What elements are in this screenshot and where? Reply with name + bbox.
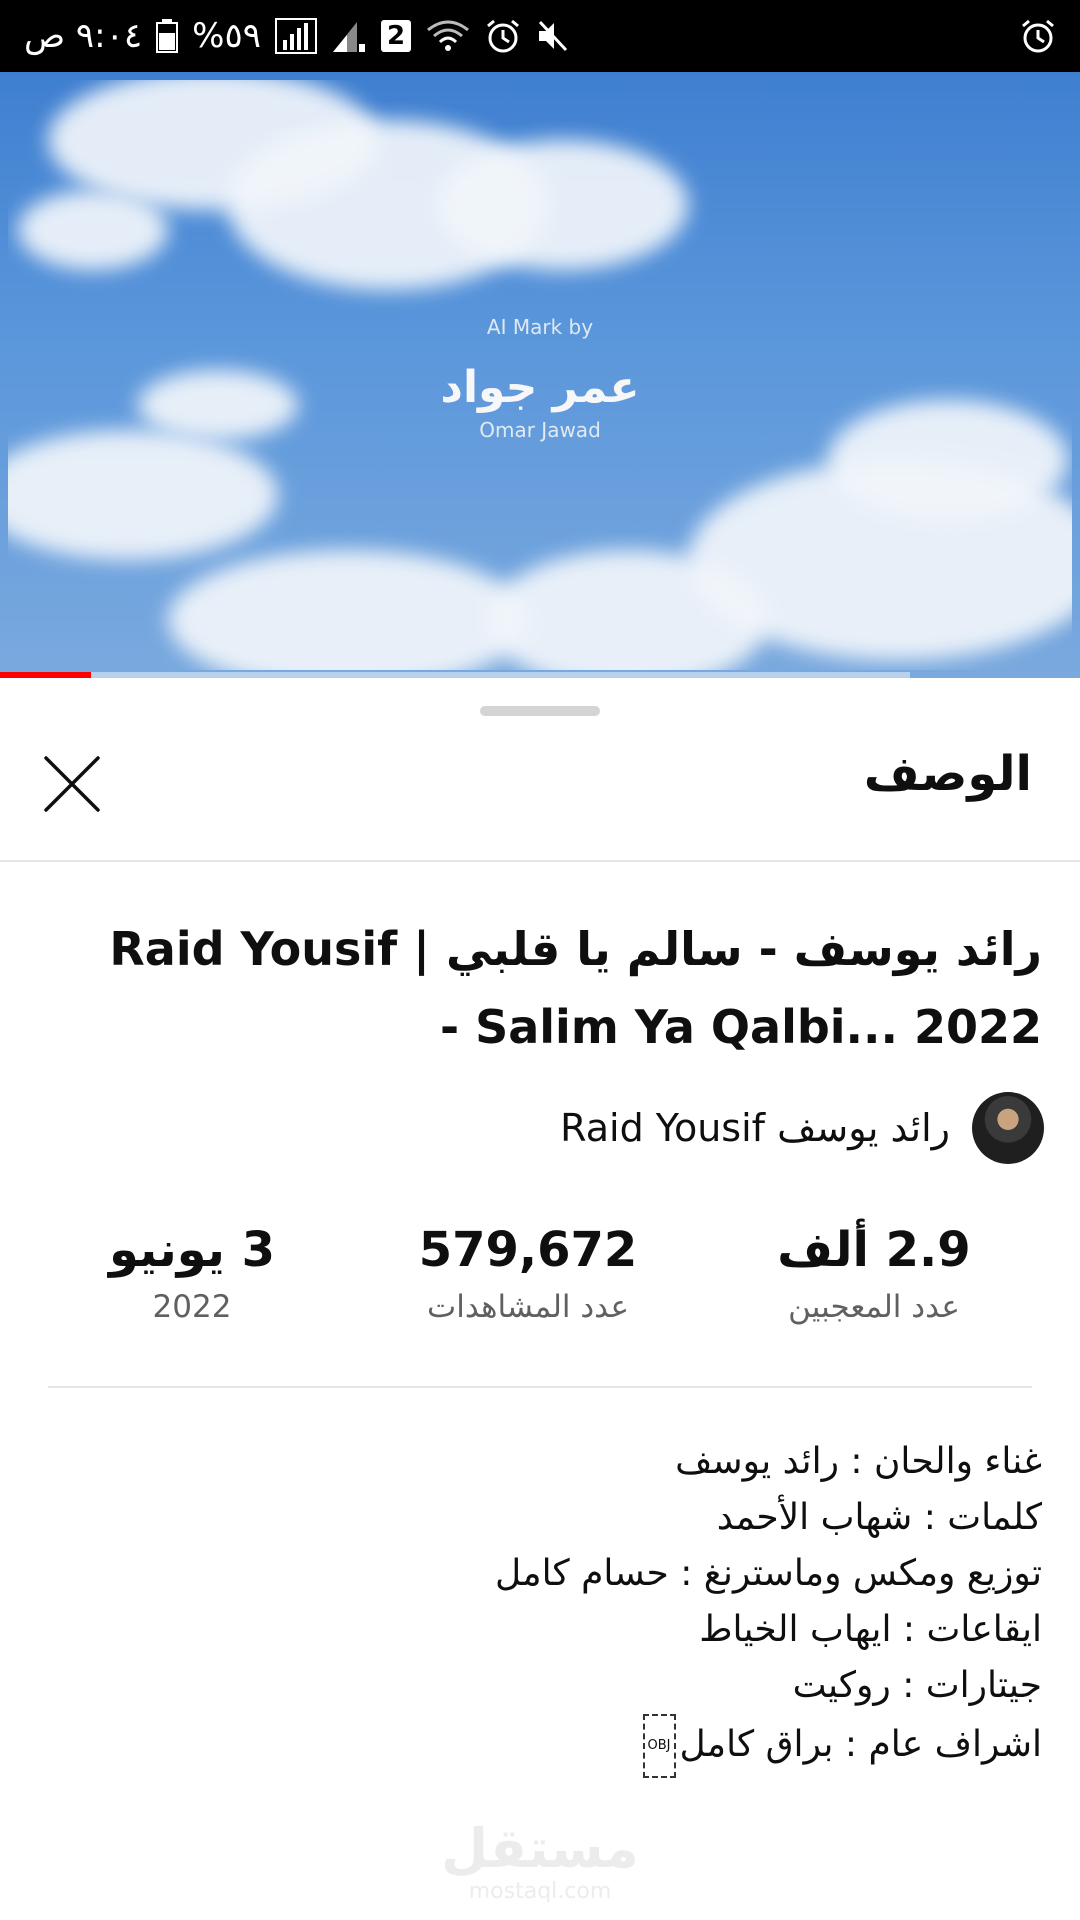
- clock: ٩:٠٤ ص: [24, 16, 143, 56]
- channel-row[interactable]: رائد يوسف Raid Yousif: [560, 1092, 1044, 1164]
- likes-label: عدد المعجبين: [788, 1289, 960, 1325]
- signal-icon: [275, 18, 318, 54]
- description-line: جيتارات : روكيت: [792, 1665, 1042, 1706]
- wifi-icon: [425, 18, 471, 54]
- video-overlay-latin: Omar Jawad: [479, 418, 601, 442]
- sheet-header: الوصف: [0, 734, 1080, 840]
- video-overlay-title: عمر جواد: [440, 362, 640, 413]
- close-icon: [44, 756, 100, 812]
- object-marker: OBJ: [642, 1714, 676, 1778]
- cloud: [8, 430, 278, 560]
- divider: [0, 860, 1080, 862]
- cloud: [168, 550, 528, 670]
- channel-avatar[interactable]: [972, 1092, 1044, 1164]
- date-value: 3 يونيو: [109, 1222, 275, 1278]
- description-line: غناء والحان : رائد يوسف: [675, 1441, 1042, 1482]
- channel-name[interactable]: رائد يوسف Raid Yousif: [560, 1106, 950, 1150]
- description-line: ايقاعات : ايهاب الخياط: [699, 1609, 1042, 1650]
- alarm-icon: [485, 18, 521, 54]
- drag-handle[interactable]: [480, 706, 600, 716]
- status-bar: ٩:٠٤ ص %٥٩ 2: [0, 0, 1080, 72]
- views-label: عدد المشاهدات: [427, 1289, 629, 1325]
- cloud: [438, 140, 688, 270]
- sim-badge: 2: [381, 20, 412, 52]
- video-player[interactable]: AI Mark by عمر جواد Omar Jawad: [0, 72, 1080, 678]
- battery-percent: %٥٩: [192, 16, 262, 56]
- alarm-icon: [1020, 18, 1056, 54]
- divider: [48, 1386, 1032, 1388]
- status-right: [1020, 18, 1056, 54]
- description-line-last: اشراف عام : براق كاملOBJ: [42, 1714, 1042, 1778]
- stats-row: 2.9 ألف عدد المعجبين 579,672 عدد المشاهد…: [0, 1218, 1080, 1328]
- cloud: [18, 190, 168, 270]
- video-title: رائد يوسف - سالم يا قلبي | Raid Yousif -…: [109, 922, 1042, 1054]
- signal-icon: [331, 18, 367, 54]
- watermark-url: mostaql.com: [468, 1879, 612, 1904]
- date-stat: 3 يونيو 2022: [42, 1218, 342, 1332]
- close-button[interactable]: [40, 752, 104, 816]
- description-line: كلمات : شهاب الأحمد: [716, 1497, 1042, 1538]
- likes-value: 2.9 ألف: [777, 1222, 971, 1278]
- battery-icon: [156, 19, 179, 53]
- mute-icon: [535, 18, 571, 54]
- watermark: مستقل mostaql.com: [0, 1818, 1080, 1904]
- views-value: 579,672: [418, 1222, 638, 1278]
- sheet-title: الوصف: [863, 746, 1032, 802]
- description-line: توزيع ومكس وماسترنغ : حسام كامل: [495, 1553, 1042, 1594]
- description-sheet: الوصف رائد يوسف - سالم يا قلبي | Raid Yo…: [0, 678, 1080, 1920]
- video-overlay-small: AI Mark by: [486, 315, 594, 339]
- description-line: اشراف عام : براق كامل: [679, 1724, 1042, 1765]
- watermark-logo: مستقل: [441, 1817, 639, 1880]
- description-text: غناء والحان : رائد يوسف كلمات : شهاب الأ…: [42, 1434, 1042, 1778]
- date-year: 2022: [152, 1289, 232, 1325]
- status-left: ٩:٠٤ ص %٥٩ 2: [24, 16, 571, 56]
- views-stat: 579,672 عدد المشاهدات: [378, 1218, 678, 1332]
- likes-stat: 2.9 ألف عدد المعجبين: [724, 1218, 1024, 1332]
